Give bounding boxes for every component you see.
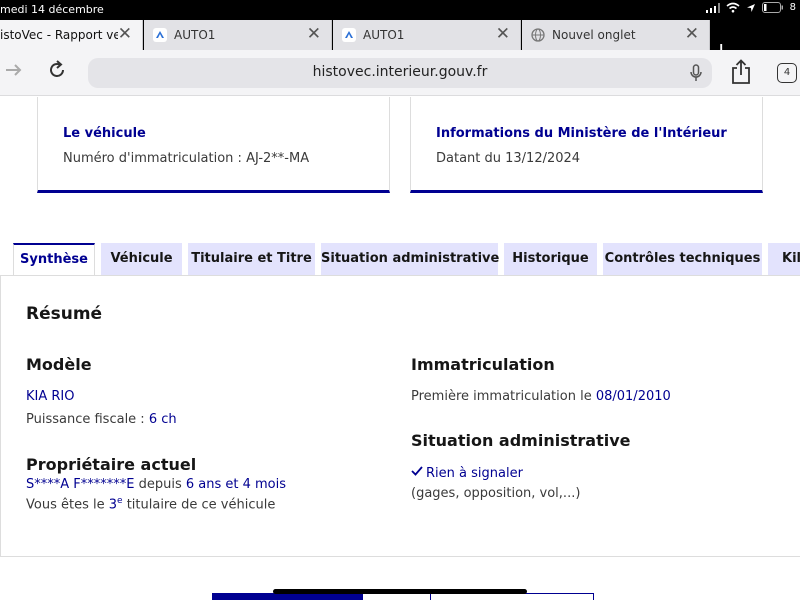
location-icon <box>746 3 755 12</box>
vehicle-card-title: Le véhicule <box>63 126 146 141</box>
auto1-favicon-icon <box>342 28 356 42</box>
tab-synthese[interactable]: Synthèse <box>13 243 95 277</box>
page-content: Le véhicule Numéro d'immatriculation : A… <box>0 97 800 600</box>
tab-count-button[interactable]: 4 <box>777 63 797 83</box>
bottom-actions <box>212 593 594 600</box>
owner-since-value: 6 ans et 4 mois <box>185 477 287 492</box>
browser-tab-title: istoVec - Rapport vend <box>0 28 118 42</box>
admin-status-text: Rien à signaler <box>426 466 523 481</box>
address-bar[interactable]: histovec.interieur.gouv.fr <box>88 58 712 88</box>
browser-tab-strip: istoVec - Rapport vend ✕ AUTO1 ✕ AUTO1 ✕… <box>0 20 800 63</box>
microphone-icon[interactable] <box>690 64 702 82</box>
secondary-action-button[interactable] <box>430 593 594 600</box>
owner-line: S****A F*******E depuis 6 ans et 4 mois <box>26 477 286 492</box>
fiscal-power: Puissance fiscale : 6 ch <box>26 412 177 427</box>
admin-status: Rien à signaler <box>411 466 523 481</box>
owner-rank-number: 3 <box>108 497 118 513</box>
synthese-panel: Résumé Modèle KIA RIO Puissance fiscale … <box>0 275 800 557</box>
owner-heading: Propriétaire actuel <box>26 455 197 474</box>
url-text: histovec.interieur.gouv.fr <box>312 64 488 80</box>
browser-tab-new[interactable]: Nouvel onglet ✕ <box>522 20 710 50</box>
owner-rank-prefix: Vous êtes le <box>26 497 109 513</box>
report-tabs: Synthèse Véhicule Titulaire et Titre Sit… <box>0 243 800 277</box>
signal-icon <box>705 2 720 13</box>
fiscal-power-label: Puissance fiscale : <box>26 412 149 427</box>
browser-toolbar: histovec.interieur.gouv.fr 4 <box>0 50 800 96</box>
tab-historique[interactable]: Historique <box>504 243 597 275</box>
browser-tab-auto1-b[interactable]: AUTO1 ✕ <box>333 20 521 50</box>
tab-titulaire[interactable]: Titulaire et Titre <box>188 243 315 275</box>
ministry-card-text: Datant du 13/12/2024 <box>436 151 581 166</box>
browser-tab-auto1-a[interactable]: AUTO1 ✕ <box>144 20 332 50</box>
status-date: medi 14 décembre <box>0 3 104 16</box>
model-name[interactable]: KIA RIO <box>26 389 74 404</box>
model-heading: Modèle <box>26 355 92 374</box>
admin-status-detail: (gages, opposition, vol,...) <box>411 486 581 501</box>
home-indicator <box>273 589 527 594</box>
owner-since-label: depuis <box>134 477 186 492</box>
forward-icon[interactable] <box>4 60 24 80</box>
close-tab-icon[interactable]: ✕ <box>496 24 510 44</box>
status-icons: 8 <box>705 2 796 13</box>
tab-situation-administrative[interactable]: Situation administrative <box>321 243 499 275</box>
ministry-card-title: Informations du Ministère de l'Intérieur <box>436 126 727 141</box>
close-tab-icon[interactable]: ✕ <box>118 24 132 44</box>
owner-rank: Vous êtes le 3e titulaire de ce véhicule <box>26 496 275 512</box>
close-tab-icon[interactable]: ✕ <box>307 24 321 44</box>
auto1-favicon-icon <box>153 28 167 42</box>
fiscal-power-value: 6 ch <box>148 412 177 427</box>
first-registration-date: 08/01/2010 <box>595 389 671 404</box>
status-bar: medi 14 décembre 8 <box>0 0 800 20</box>
browser-tab-title: Nouvel onglet <box>552 28 636 42</box>
owner-name: S****A F*******E <box>26 477 135 492</box>
reload-icon[interactable] <box>46 59 68 81</box>
first-registration: Première immatriculation le 08/01/2010 <box>411 389 671 404</box>
summary-heading: Résumé <box>26 304 103 324</box>
first-registration-label: Première immatriculation le <box>411 389 596 404</box>
tab-controles-techniques[interactable]: Contrôles techniques <box>603 243 762 275</box>
share-icon[interactable] <box>730 59 752 85</box>
owner-rank-suffix: titulaire de ce véhicule <box>122 497 276 513</box>
vehicle-card-text: Numéro d'immatriculation : AJ-2**-MA <box>63 151 310 166</box>
browser-tab-title: AUTO1 <box>363 28 405 42</box>
registration-heading: Immatriculation <box>411 355 555 374</box>
battery-icon <box>761 2 783 13</box>
check-icon <box>411 466 423 476</box>
primary-action-button[interactable] <box>212 593 363 600</box>
ministry-card: Informations du Ministère de l'Intérieur… <box>410 97 763 193</box>
admin-status-heading: Situation administrative <box>411 431 631 450</box>
wifi-icon <box>726 2 740 13</box>
tab-vehicule[interactable]: Véhicule <box>101 243 182 275</box>
vehicle-card: Le véhicule Numéro d'immatriculation : A… <box>37 97 390 193</box>
browser-tab-histovec[interactable]: istoVec - Rapport vend ✕ <box>0 20 143 50</box>
close-tab-icon[interactable]: ✕ <box>685 24 699 44</box>
battery-level: 8 <box>789 2 796 13</box>
globe-icon <box>531 28 545 42</box>
tab-kilometrage[interactable]: Kilo <box>768 243 800 275</box>
browser-tab-title: AUTO1 <box>174 28 216 42</box>
